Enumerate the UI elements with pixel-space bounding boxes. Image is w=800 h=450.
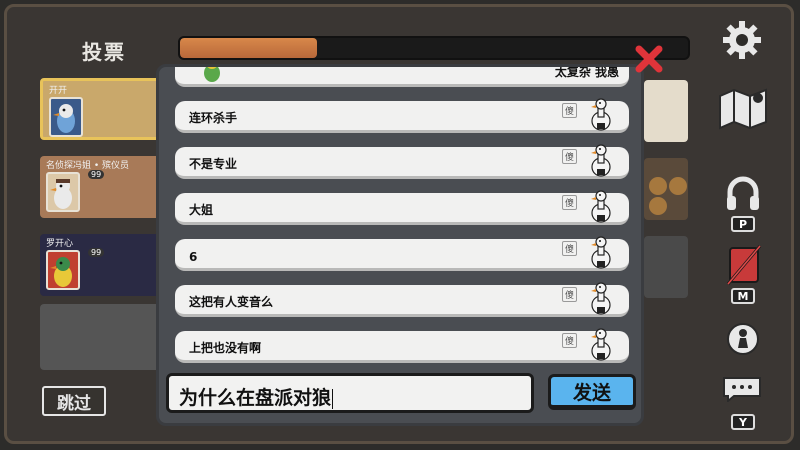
empty-player-slot: [40, 304, 160, 370]
headphones-icon[interactable]: [724, 176, 762, 212]
player-card-right[interactable]: [644, 236, 688, 298]
chat-tag-badge: 傻: [561, 149, 577, 164]
chat-panel: 太复杂 我愚 连环杀手傻不是专业傻大姐傻 6 傻这把有人变音么傻上把也没有啊傻: [156, 64, 644, 426]
chat-message: 连环杀手 傻: [175, 98, 629, 133]
goose-avatar-icon: [589, 327, 613, 361]
goose-avatar-icon: [589, 97, 613, 131]
vote-timer-fill: [180, 38, 318, 58]
player-name: 名侦探冯姐 • 殡仪员: [46, 161, 130, 171]
hotkey-m: M: [731, 288, 755, 304]
chat-tag-badge: 傻: [561, 287, 577, 302]
goose-avatar-icon: [589, 189, 613, 223]
chat-message: 大姐 傻: [175, 190, 629, 225]
chat-tag-badge: 傻: [561, 195, 577, 210]
player-card-right[interactable]: [644, 80, 688, 142]
chat-bubble-icon[interactable]: [722, 376, 762, 402]
player-avatar: [49, 97, 83, 137]
map-icon[interactable]: [716, 84, 770, 130]
chat-message-text: 6: [189, 250, 198, 264]
duck-icon: [204, 67, 220, 82]
chat-message: 上把也没有啊 傻: [175, 328, 629, 363]
player-avatar: [46, 250, 80, 290]
goose-avatar-icon: [589, 235, 613, 269]
player-name: 开开: [49, 86, 68, 96]
chat-tag-badge: 傻: [561, 333, 577, 348]
chat-message: 太复杂 我愚: [175, 67, 629, 87]
chat-tag-badge: 傻: [561, 241, 577, 256]
goose-icon: [50, 179, 72, 209]
chat-badge: 99: [88, 248, 105, 257]
chat-badge: 99: [88, 170, 105, 179]
close-icon[interactable]: [634, 44, 664, 74]
gear-icon[interactable]: [720, 18, 764, 62]
chat-message: 这把有人变音么 傻: [175, 282, 629, 317]
player-name: 罗开心: [46, 239, 74, 249]
chat-tag-badge: 傻: [561, 103, 577, 118]
player-avatar: [46, 172, 80, 212]
pastry-icon: [649, 177, 687, 215]
duck-icon: [50, 257, 72, 287]
goose-avatar-icon: [589, 281, 613, 315]
send-button[interactable]: 发送: [548, 374, 636, 410]
skip-button[interactable]: 跳过: [42, 386, 106, 416]
chat-message-text: 不是专业: [189, 157, 238, 171]
hotkey-y: Y: [731, 414, 755, 430]
hotkey-p: P: [731, 216, 755, 232]
chat-message-text: 太复杂 我愚: [554, 67, 619, 79]
chat-message: 不是专业 傻: [175, 144, 629, 179]
goose-avatar-icon: [589, 143, 613, 177]
chat-message-text: 上把也没有啊: [189, 341, 262, 355]
chat-message-text: 大姐: [189, 203, 214, 217]
goose-icon: [53, 104, 75, 133]
chat-message-list[interactable]: 太复杂 我愚 连环杀手傻不是专业傻大姐傻 6 傻这把有人变音么傻上把也没有啊傻: [175, 67, 629, 367]
chat-message-text: 连环杀手: [189, 111, 238, 125]
player-card[interactable]: 名侦探冯姐 • 殡仪员 99: [40, 156, 160, 218]
chat-message: 6傻: [175, 236, 629, 271]
player-card[interactable]: 罗开心 99: [40, 234, 160, 296]
chess-pawn-icon[interactable]: [726, 322, 760, 356]
vote-timer-bar: [178, 36, 690, 60]
chat-input-text: 为什么在盘派对狼: [179, 387, 334, 409]
player-card[interactable]: 开开: [40, 78, 160, 140]
mic-muted-icon[interactable]: [724, 242, 764, 286]
player-card-right[interactable]: [644, 158, 688, 220]
chat-input[interactable]: 为什么在盘派对狼: [166, 373, 534, 413]
page-title: 投票: [82, 40, 126, 64]
chat-message-text: 这把有人变音么: [189, 295, 274, 309]
text-caret: [332, 388, 334, 409]
